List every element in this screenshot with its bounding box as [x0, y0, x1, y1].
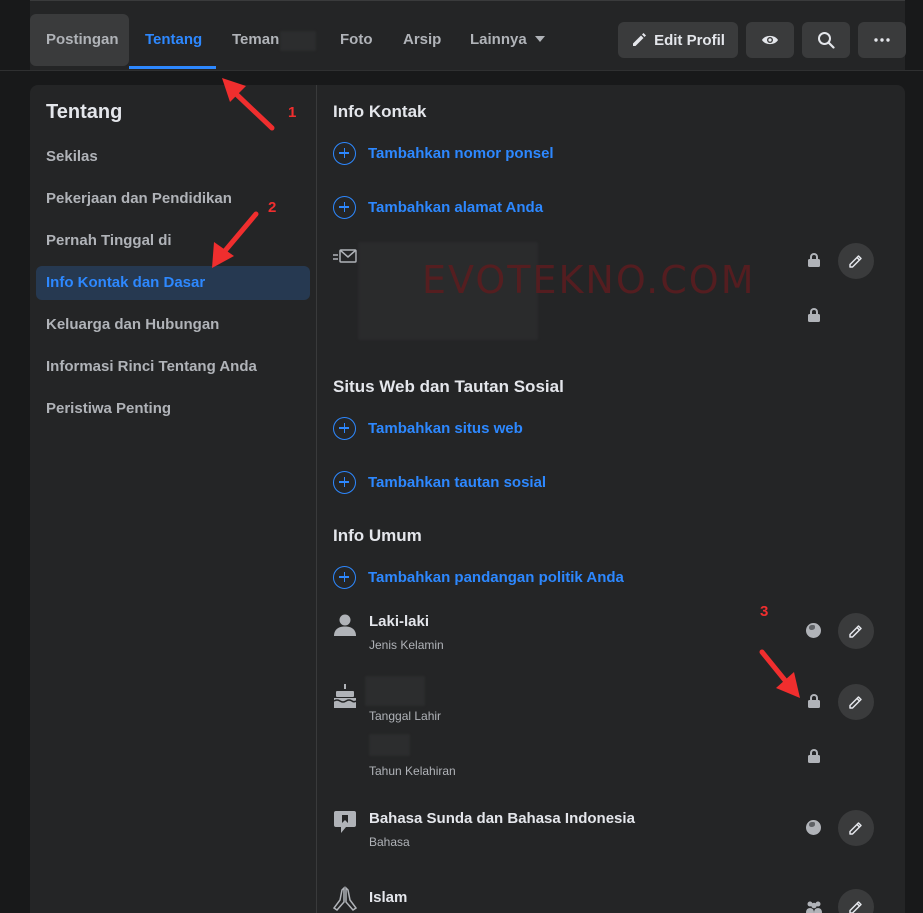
- plus-circle-icon: [333, 565, 356, 589]
- panel-divider: [316, 85, 317, 913]
- tab-bar-divider: [0, 70, 923, 71]
- tab-postingan[interactable]: Postingan: [30, 14, 129, 66]
- lock-icon: [808, 308, 820, 322]
- caret-down-icon: [534, 36, 545, 42]
- edit-birthdate-button[interactable]: [838, 684, 874, 720]
- sidebar-item-label: Pernah Tinggal di: [46, 232, 172, 249]
- annotation-number-2: 2: [268, 199, 277, 216]
- email-icon: [333, 249, 357, 263]
- add-politics-link[interactable]: Tambahkan pandangan politik Anda: [333, 565, 624, 589]
- pencil-icon: [633, 33, 647, 46]
- tab-label: Postingan: [46, 31, 119, 48]
- sidebar-item-label: Keluarga dan Hubungan: [46, 316, 220, 333]
- person-icon: [334, 614, 356, 636]
- gender-value: Laki-laki: [369, 613, 430, 630]
- sidebar-item-keluarga[interactable]: Keluarga dan Hubungan: [36, 308, 310, 342]
- language-label: Bahasa: [369, 835, 410, 849]
- edit-email-button[interactable]: [838, 243, 874, 279]
- contact-section-title: Info Kontak: [333, 102, 427, 121]
- websites-section-title: Situs Web dan Tautan Sosial: [333, 377, 564, 396]
- globe-icon: [806, 623, 821, 638]
- eye-icon: [762, 35, 778, 45]
- tab-lainnya[interactable]: Lainnya: [454, 14, 561, 66]
- sidebar-item-info-kontak[interactable]: Info Kontak dan Dasar: [36, 266, 310, 300]
- annotation-arrow-2: [212, 211, 259, 268]
- annotation-arrow-3: [759, 649, 800, 698]
- add-website-link[interactable]: Tambahkan situs web: [333, 416, 523, 440]
- add-address-link[interactable]: Tambahkan alamat Anda: [333, 195, 543, 219]
- general-section-title: Info Umum: [333, 526, 422, 545]
- annotation-number-1: 1: [288, 104, 297, 121]
- sidebar-item-label: Informasi Rinci Tentang Anda: [46, 358, 257, 375]
- language-value: Bahasa Sunda dan Bahasa Indonesia: [369, 810, 635, 827]
- watermark: EVOTEKNO.COM: [422, 258, 756, 302]
- gender-label: Jenis Kelamin: [369, 638, 444, 652]
- birthyear-label: Tahun Kelahiran: [369, 764, 456, 778]
- tab-label: Lainnya: [470, 31, 527, 48]
- sidebar-item-informasi-rinci[interactable]: Informasi Rinci Tentang Anda: [36, 350, 310, 384]
- sidebar-item-tinggal[interactable]: Pernah Tinggal di: [36, 224, 310, 258]
- globe-icon: [806, 820, 821, 835]
- add-social-label: Tambahkan tautan sosial: [368, 473, 547, 491]
- more-button[interactable]: [858, 22, 906, 58]
- plus-circle-icon: [333, 195, 356, 219]
- edit-language-button[interactable]: [838, 810, 874, 846]
- tab-tentang[interactable]: Tentang: [129, 14, 218, 66]
- more-icon: [874, 38, 890, 42]
- sidebar-title: Tentang: [46, 101, 123, 123]
- add-phone-label: Tambahkan nomor ponsel: [368, 144, 554, 162]
- edit-gender-button[interactable]: [838, 613, 874, 649]
- birthdate-label: Tanggal Lahir: [369, 709, 442, 723]
- redacted-birthdate: [365, 676, 425, 706]
- redacted-birthyear: [369, 734, 410, 756]
- tab-label: Arsip: [403, 31, 442, 48]
- praying-hands-icon: [333, 886, 357, 911]
- pencil-icon: [849, 255, 862, 268]
- tab-foto[interactable]: Foto: [324, 14, 388, 66]
- lock-icon: [808, 749, 820, 763]
- search-button[interactable]: [802, 22, 850, 58]
- sidebar-item-label: Peristiwa Penting: [46, 400, 172, 417]
- pencil-icon: [849, 901, 862, 913]
- redacted-friend-count: [280, 31, 316, 51]
- tab-label: Tentang: [145, 31, 203, 48]
- tab-label: Teman: [232, 31, 280, 48]
- plus-circle-icon: [333, 141, 356, 165]
- plus-circle-icon: [333, 470, 356, 494]
- view-as-button[interactable]: [746, 22, 794, 58]
- friends-icon: [806, 901, 822, 913]
- search-icon: [818, 32, 835, 49]
- add-phone-link[interactable]: Tambahkan nomor ponsel: [333, 141, 554, 165]
- add-address-label: Tambahkan alamat Anda: [368, 198, 544, 216]
- tab-label: Foto: [340, 31, 373, 48]
- add-social-link[interactable]: Tambahkan tautan sosial: [333, 470, 546, 494]
- pencil-icon: [849, 696, 862, 709]
- edit-profile-button[interactable]: Edit Profil: [618, 22, 738, 58]
- lock-icon: [808, 253, 820, 267]
- sidebar-item-sekilas[interactable]: Sekilas: [36, 140, 310, 174]
- edit-profile-label: Edit Profil: [654, 31, 725, 49]
- add-website-label: Tambahkan situs web: [368, 419, 523, 437]
- active-tab-indicator: [129, 66, 216, 69]
- lock-icon: [808, 694, 820, 708]
- sidebar-item-peristiwa[interactable]: Peristiwa Penting: [36, 392, 310, 426]
- speech-bubble-icon: [334, 811, 356, 833]
- sidebar-item-label: Info Kontak dan Dasar: [46, 274, 206, 291]
- add-politics-label: Tambahkan pandangan politik Anda: [368, 568, 624, 586]
- religion-value: Islam: [369, 889, 408, 906]
- tab-arsip[interactable]: Arsip: [387, 14, 457, 66]
- pencil-icon: [849, 625, 862, 638]
- sidebar-item-label: Sekilas: [46, 148, 98, 165]
- annotation-arrow-1: [222, 78, 275, 131]
- plus-circle-icon: [333, 416, 356, 440]
- sidebar-item-label: Pekerjaan dan Pendidikan: [46, 190, 232, 207]
- birthday-cake-icon: [333, 684, 357, 708]
- pencil-icon: [849, 822, 862, 835]
- annotation-number-3: 3: [760, 603, 769, 620]
